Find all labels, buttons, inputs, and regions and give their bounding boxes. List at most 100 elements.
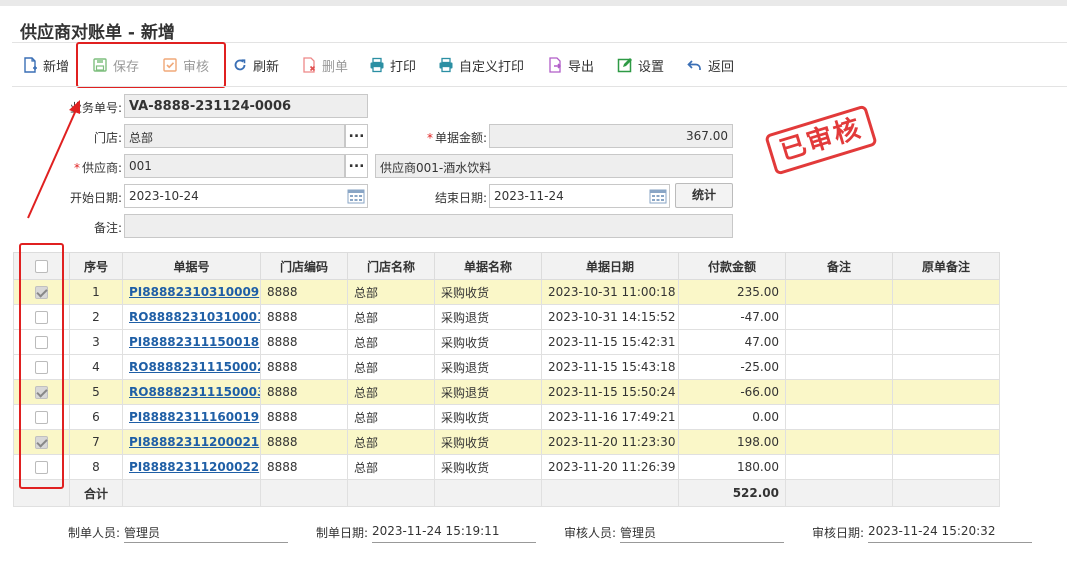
table-row[interactable]: 7 PI88882311200021 8888 总部 采购收货 2023-11-20 11… xyxy=(13,429,1000,455)
remark-field[interactable] xyxy=(124,214,733,238)
calendar-icon[interactable] xyxy=(649,188,667,204)
cell-store-name: 总部 xyxy=(347,354,435,380)
total-empty-cell xyxy=(892,479,1000,507)
settings-button[interactable]: 设置 xyxy=(617,54,664,76)
header-doc-name: 单据名称 xyxy=(434,252,542,280)
audit-date-value: 2023-11-24 15:20:32 xyxy=(868,524,1032,543)
cell-doc-no-link[interactable]: PI88882311200022 xyxy=(122,454,261,480)
settings-label: 设置 xyxy=(638,59,665,75)
table-row[interactable]: 8 PI88882311200022 8888 总部 采购收货 2023-11-20 11… xyxy=(13,454,1000,480)
cell-remark[interactable] xyxy=(785,404,893,430)
total-empty-cell xyxy=(785,479,893,507)
amount-field[interactable]: 367.00 xyxy=(489,124,733,148)
cell-seq: 5 xyxy=(69,379,123,405)
total-empty-cell xyxy=(434,479,542,507)
cell-store-code: 8888 xyxy=(260,304,348,330)
cell-remark[interactable] xyxy=(785,429,893,455)
total-label: 合计 xyxy=(69,479,123,507)
table-row[interactable]: 6 PI88882311160019 8888 总部 采购收货 2023-11-16 17… xyxy=(13,404,1000,430)
cell-doc-no-link[interactable]: RO88882311150002 xyxy=(122,354,261,380)
cell-store-code: 8888 xyxy=(260,404,348,430)
export-button[interactable]: 导出 xyxy=(547,54,594,76)
cell-seq: 7 xyxy=(69,429,123,455)
table-header-row: 序号 单据号 门店编码 门店名称 单据名称 单据日期 付款金额 备注 原单备注 xyxy=(13,252,1000,280)
cell-store-code: 8888 xyxy=(260,454,348,480)
cell-store-name: 总部 xyxy=(347,329,435,355)
print-label: 打印 xyxy=(390,59,417,75)
export-label: 导出 xyxy=(568,59,595,75)
total-empty-cell xyxy=(347,479,435,507)
new-document-icon xyxy=(22,57,38,73)
supplier-code-field[interactable]: 001 xyxy=(124,154,345,178)
table-row[interactable]: 2 RO88882310310001 8888 总部 采购退货 2023-10-31 14… xyxy=(13,304,1000,330)
cell-seq: 3 xyxy=(69,329,123,355)
end-date-field[interactable]: 2023-11-24 xyxy=(489,184,670,208)
end-date-value: 2023-11-24 xyxy=(494,189,564,203)
delete-button[interactable]: 删单 xyxy=(301,54,348,76)
cell-store-code: 8888 xyxy=(260,354,348,380)
cell-remark[interactable] xyxy=(785,279,893,305)
biz-no-field[interactable]: VA-8888-231124-0006 xyxy=(124,94,368,118)
table-row[interactable]: 4 RO88882311150002 8888 总部 采购退货 2023-11-15 15… xyxy=(13,354,1000,380)
cell-doc-no-link[interactable]: PI88882311160019 xyxy=(122,404,261,430)
page-title: 供应商对账单 - 新增 xyxy=(20,23,175,43)
cell-store-name: 总部 xyxy=(347,379,435,405)
edit-settings-icon xyxy=(617,57,633,73)
back-button[interactable]: 返回 xyxy=(687,54,734,76)
maker-label: 制单人员: xyxy=(68,526,121,540)
supplier-name-field[interactable]: 供应商001-酒水饮料 xyxy=(375,154,733,178)
table-row[interactable]: 5 RO88882311150003 8888 总部 采购退货 2023-11-15 15… xyxy=(13,379,1000,405)
header-store-name: 门店名称 xyxy=(347,252,435,280)
print-button[interactable]: 打印 xyxy=(369,54,416,76)
make-date-label: 制单日期: xyxy=(316,526,369,540)
cell-doc-no-link[interactable]: RO88882310310001 xyxy=(122,304,261,330)
start-date-field[interactable]: 2023-10-24 xyxy=(124,184,368,208)
refresh-icon xyxy=(232,57,248,73)
remark-label: 备注: xyxy=(93,221,122,235)
cell-store-code: 8888 xyxy=(260,329,348,355)
cell-amount: 198.00 xyxy=(678,429,786,455)
store-picker-button[interactable]: ... xyxy=(345,124,368,148)
cell-remark[interactable] xyxy=(785,379,893,405)
start-date-label: 开始日期: xyxy=(69,191,122,205)
cell-doc-no-link[interactable]: PI88882311150018 xyxy=(122,329,261,355)
table-row[interactable]: 3 PI88882311150018 8888 总部 采购收货 2023-11-15 15… xyxy=(13,329,1000,355)
refresh-button[interactable]: 刷新 xyxy=(232,54,279,76)
refresh-label: 刷新 xyxy=(253,59,280,75)
delete-document-icon xyxy=(301,57,317,73)
supplier-picker-button[interactable]: ... xyxy=(345,154,368,178)
cell-orig-remark xyxy=(892,404,1000,430)
store-label: 门店: xyxy=(93,131,122,145)
cell-doc-name: 采购收货 xyxy=(434,454,542,480)
back-label: 返回 xyxy=(708,59,735,75)
store-field[interactable]: 总部 xyxy=(124,124,345,148)
cell-amount: 235.00 xyxy=(678,279,786,305)
cell-amount: 47.00 xyxy=(678,329,786,355)
biz-no-label: 业务单号: xyxy=(69,101,122,115)
cell-doc-no-link[interactable]: PI88882311200021 xyxy=(122,429,261,455)
cell-doc-no-link[interactable]: RO88882311150003 xyxy=(122,379,261,405)
cell-orig-remark xyxy=(892,304,1000,330)
cell-remark[interactable] xyxy=(785,354,893,380)
cell-orig-remark xyxy=(892,279,1000,305)
header-store-code: 门店编码 xyxy=(260,252,348,280)
cell-orig-remark xyxy=(892,454,1000,480)
cell-doc-name: 采购收货 xyxy=(434,429,542,455)
calendar-icon[interactable] xyxy=(347,188,365,204)
cell-remark[interactable] xyxy=(785,454,893,480)
cell-doc-no-link[interactable]: PI88882310310009 xyxy=(122,279,261,305)
add-button[interactable]: 新增 xyxy=(22,54,69,76)
cell-remark[interactable] xyxy=(785,329,893,355)
cell-seq: 2 xyxy=(69,304,123,330)
supplier-label-text: 供应商: xyxy=(81,161,122,175)
cell-remark[interactable] xyxy=(785,304,893,330)
custom-print-button[interactable]: 自定义打印 xyxy=(438,54,524,76)
total-empty-cell xyxy=(122,479,261,507)
header-date: 单据日期 xyxy=(541,252,679,280)
table-row[interactable]: 1 PI88882310310009 8888 总部 采购收货 2023-10-31 11… xyxy=(13,279,1000,305)
stat-button[interactable]: 统计 xyxy=(675,183,733,208)
cell-store-code: 8888 xyxy=(260,279,348,305)
make-date-value: 2023-11-24 15:19:11 xyxy=(372,524,536,543)
cell-seq: 8 xyxy=(69,454,123,480)
required-mark: * xyxy=(73,161,80,175)
